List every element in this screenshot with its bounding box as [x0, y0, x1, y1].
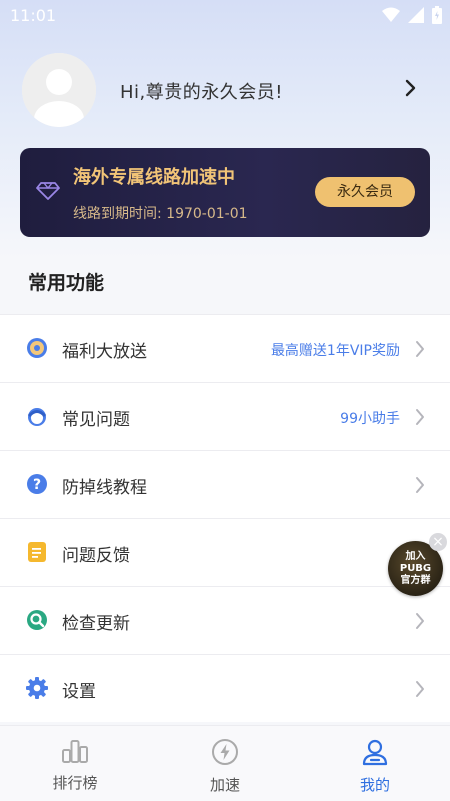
svg-text:?: ?	[33, 477, 41, 493]
avatar[interactable]	[22, 53, 96, 127]
default-avatar-icon	[22, 53, 96, 127]
vip-title: 海外专属线路加速中	[73, 167, 235, 188]
gear-icon	[26, 677, 48, 699]
menu-item-welfare[interactable]: 福利大放送 最高赠送1年VIP奖励	[0, 314, 450, 382]
menu-item-label: 设置	[62, 682, 96, 702]
chevron-right-icon	[416, 613, 424, 629]
lightning-icon	[212, 739, 238, 765]
diamond-icon	[36, 182, 60, 200]
tab-leaderboard[interactable]: 排行榜	[25, 738, 125, 793]
chevron-right-icon[interactable]	[404, 78, 418, 98]
menu-item-disconnect-tutorial[interactable]: ? 防掉线教程	[0, 450, 450, 518]
chevron-right-icon	[416, 681, 424, 697]
badge-line: 加入	[405, 550, 426, 562]
menu-item-label: 常见问题	[62, 410, 130, 430]
user-icon	[362, 739, 388, 766]
status-bar: 11:01	[0, 0, 450, 30]
profile-header[interactable]: Hi,尊贵的永久会员!	[0, 50, 450, 130]
chevron-right-icon	[416, 477, 424, 493]
battery-icon	[432, 6, 442, 24]
search-update-icon	[27, 610, 47, 630]
badge-line: 官方群	[400, 574, 431, 586]
menu-item-label: 防掉线教程	[62, 478, 147, 498]
status-icons	[382, 6, 442, 24]
section-title: 常用功能	[28, 272, 105, 294]
menu-item-label: 问题反馈	[62, 546, 130, 566]
chevron-right-icon	[416, 409, 424, 425]
tab-mine[interactable]: 我的	[325, 738, 425, 795]
vip-member-button[interactable]: 永久会员	[315, 177, 415, 207]
wifi-icon	[382, 7, 400, 22]
menu-item-label: 检查更新	[62, 614, 130, 634]
question-icon: ?	[27, 474, 47, 494]
menu-item-label: 福利大放送	[62, 342, 147, 362]
tab-label: 加速	[209, 776, 240, 794]
function-menu: 福利大放送 最高赠送1年VIP奖励 常见问题 99小助手 ? 防掉线教程 问题反…	[0, 314, 450, 722]
greeting-text: Hi,尊贵的永久会员!	[120, 82, 283, 103]
menu-item-check-update[interactable]: 检查更新	[0, 586, 450, 654]
close-icon[interactable]: ×	[429, 533, 447, 551]
bottom-nav: 排行榜 加速 我的	[0, 725, 450, 801]
bar-chart-icon	[62, 740, 88, 763]
menu-item-settings[interactable]: 设置	[0, 654, 450, 722]
vip-expire-date: 线路到期时间: 1970-01-01	[73, 206, 248, 222]
menu-item-hint: 最高赠送1年VIP奖励	[270, 343, 400, 359]
menu-item-faq[interactable]: 常见问题 99小助手	[0, 382, 450, 450]
chevron-right-icon	[416, 341, 424, 357]
tab-label: 排行榜	[52, 774, 98, 792]
feedback-note-icon	[28, 542, 46, 562]
gift-compass-icon	[27, 338, 47, 358]
signal-icon	[408, 7, 424, 23]
tab-accelerate[interactable]: 加速	[175, 738, 275, 795]
menu-item-feedback[interactable]: 问题反馈	[0, 518, 450, 586]
vip-card: 海外专属线路加速中 线路到期时间: 1970-01-01 永久会员	[20, 148, 430, 237]
customer-service-icon	[27, 408, 47, 426]
tab-label: 我的	[359, 776, 390, 794]
badge-line: PUBG	[399, 562, 432, 574]
status-time: 11:01	[10, 6, 57, 25]
menu-item-hint: 99小助手	[340, 411, 400, 427]
